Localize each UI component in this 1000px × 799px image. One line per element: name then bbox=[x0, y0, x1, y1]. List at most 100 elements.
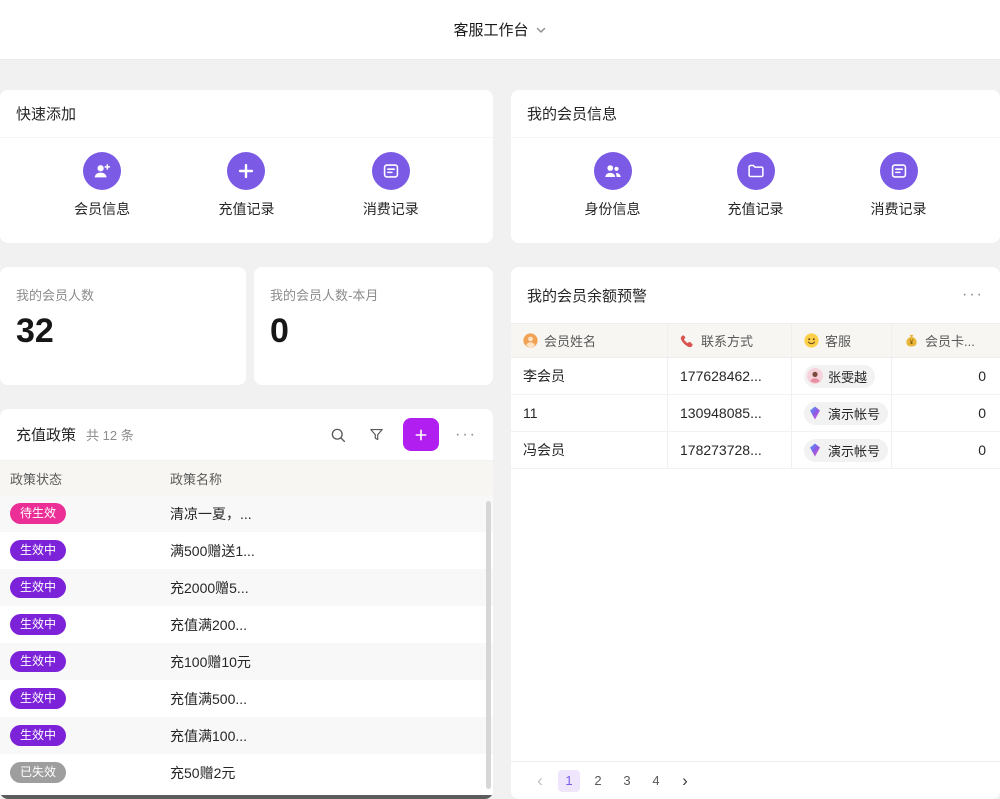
status-badge: 待生效 bbox=[10, 503, 66, 525]
gem-avatar-icon bbox=[807, 442, 823, 458]
member-consume-record-action[interactable]: 消费记录 bbox=[871, 152, 927, 219]
quick-add-title: 快速添加 bbox=[0, 90, 493, 138]
stat-card-member-count-month: 我的会员人数-本月 0 bbox=[254, 267, 493, 385]
table-row[interactable]: 待生效 清凉一夏，... bbox=[0, 495, 493, 532]
status-badge: 生效中 bbox=[10, 577, 66, 599]
person-add-icon bbox=[83, 152, 121, 190]
member-balance: 0 bbox=[892, 358, 1000, 394]
my-member-info-title: 我的会员信息 bbox=[511, 90, 1000, 138]
chevron-down-icon bbox=[535, 24, 547, 36]
table-row[interactable]: 生效中 充100赠10元 bbox=[0, 643, 493, 680]
table-row[interactable]: 生效中 充值满500... bbox=[0, 680, 493, 717]
table-header-row: 政策状态 政策名称 bbox=[0, 461, 493, 495]
status-badge: 生效中 bbox=[10, 651, 66, 673]
table-row[interactable]: 生效中 充2000赠5... bbox=[0, 569, 493, 606]
table-row[interactable]: 冯会员 178273728... 演示帐号 0 bbox=[511, 432, 1000, 469]
receipt-icon bbox=[880, 152, 918, 190]
identity-info-action[interactable]: 身份信息 bbox=[585, 152, 641, 219]
stat-value: 0 bbox=[254, 304, 493, 351]
quick-add-actions: 会员信息 充值记录 消费记录 bbox=[0, 138, 493, 219]
top-bar: 客服工作台 bbox=[0, 0, 1000, 60]
add-policy-button[interactable] bbox=[403, 418, 439, 451]
pagination: ‹ 1 2 3 4 › bbox=[511, 761, 1000, 799]
table-header-row: 会员姓名 联系方式 客服 ¥ 会员卡... bbox=[511, 323, 1000, 358]
horizontal-scrollbar[interactable] bbox=[0, 795, 493, 799]
vertical-scrollbar[interactable] bbox=[486, 501, 491, 789]
pagination-page-4[interactable]: 4 bbox=[645, 770, 667, 792]
column-policy-name: 政策名称 bbox=[162, 469, 493, 488]
stat-value: 32 bbox=[0, 304, 246, 351]
member-name: 11 bbox=[511, 395, 668, 431]
pagination-page-2[interactable]: 2 bbox=[587, 770, 609, 792]
policy-name: 充值满500... bbox=[162, 689, 493, 709]
status-badge: 生效中 bbox=[10, 688, 66, 710]
member-recharge-record-action[interactable]: 充值记录 bbox=[728, 152, 784, 219]
status-badge: 已失效 bbox=[10, 762, 66, 784]
phone-icon bbox=[680, 333, 695, 348]
stat-card-member-count: 我的会员人数 32 bbox=[0, 267, 246, 385]
pagination-next[interactable]: › bbox=[674, 770, 696, 792]
policy-name: 充值满100... bbox=[162, 726, 493, 746]
my-member-info-card: 我的会员信息 身份信息 充值记录 消费记录 bbox=[511, 90, 1000, 243]
search-icon[interactable] bbox=[327, 424, 349, 446]
table-row[interactable]: 生效中 满500赠送1... bbox=[0, 532, 493, 569]
recharge-policy-title: 充值政策 bbox=[16, 424, 76, 445]
member-phone: 178273728... bbox=[668, 432, 792, 468]
table-row[interactable]: 生效中 充值满200... bbox=[0, 606, 493, 643]
member-icon bbox=[523, 333, 538, 348]
quick-add-member-info-label: 会员信息 bbox=[74, 199, 130, 219]
quick-add-recharge-record-label: 充值记录 bbox=[218, 199, 274, 219]
table-row[interactable]: 生效中 充值满100... bbox=[0, 717, 493, 754]
page-title: 客服工作台 bbox=[453, 19, 528, 40]
quick-add-consume-record[interactable]: 消费记录 bbox=[363, 152, 419, 219]
policy-name: 充100赠10元 bbox=[162, 652, 493, 672]
member-phone: 130948085... bbox=[668, 395, 792, 431]
pagination-prev[interactable]: ‹ bbox=[529, 770, 551, 792]
policy-name: 清凉一夏，... bbox=[162, 504, 493, 524]
member-agent: 演示帐号 bbox=[792, 432, 892, 468]
column-policy-status: 政策状态 bbox=[0, 469, 162, 488]
stat-label: 我的会员人数-本月 bbox=[254, 267, 493, 304]
member-agent: 演示帐号 bbox=[792, 395, 892, 431]
identity-info-label: 身份信息 bbox=[585, 199, 641, 219]
recharge-policy-card: 充值政策 共 12 条 ··· 政策状态 政策名称 待生效 清凉一夏，... 生… bbox=[0, 409, 493, 799]
policy-name: 充2000赠5... bbox=[162, 578, 493, 598]
table-row[interactable]: 李会员 177628462... 张雯越 0 bbox=[511, 358, 1000, 395]
filter-icon[interactable] bbox=[365, 424, 387, 446]
balance-alert-title: 我的会员余额预警 bbox=[527, 285, 647, 306]
policy-count: 共 12 条 bbox=[86, 425, 134, 444]
member-consume-record-label: 消费记录 bbox=[871, 199, 927, 219]
more-icon[interactable]: ··· bbox=[962, 287, 984, 303]
member-agent: 张雯越 bbox=[792, 358, 892, 394]
plus-icon bbox=[227, 152, 265, 190]
column-member-name: 会员姓名 bbox=[511, 324, 668, 357]
table-row[interactable]: 已失效 充50赠2元 bbox=[0, 754, 493, 791]
member-recharge-record-label: 充值记录 bbox=[728, 199, 784, 219]
member-balance: 0 bbox=[892, 432, 1000, 468]
pagination-page-1[interactable]: 1 bbox=[558, 770, 580, 792]
folder-icon bbox=[737, 152, 775, 190]
stat-label: 我的会员人数 bbox=[0, 267, 246, 304]
column-agent: 客服 bbox=[792, 324, 892, 357]
table-row[interactable]: 11 130948085... 演示帐号 0 bbox=[511, 395, 1000, 432]
quick-add-member-info[interactable]: 会员信息 bbox=[74, 152, 130, 219]
member-balance: 0 bbox=[892, 395, 1000, 431]
column-contact: 联系方式 bbox=[668, 324, 792, 357]
workspace-switcher[interactable]: 客服工作台 bbox=[453, 19, 546, 40]
people-icon bbox=[594, 152, 632, 190]
quick-add-recharge-record[interactable]: 充值记录 bbox=[218, 152, 274, 219]
pagination-page-3[interactable]: 3 bbox=[616, 770, 638, 792]
policy-name: 充50赠2元 bbox=[162, 763, 493, 783]
status-badge: 生效中 bbox=[10, 614, 66, 636]
more-icon[interactable]: ··· bbox=[455, 427, 477, 443]
quick-add-card: 快速添加 会员信息 充值记录 消费记录 bbox=[0, 90, 493, 243]
plus-icon bbox=[413, 427, 429, 443]
member-name: 冯会员 bbox=[511, 432, 668, 468]
policy-name: 满500赠送1... bbox=[162, 541, 493, 561]
receipt-icon bbox=[372, 152, 410, 190]
smiley-icon bbox=[804, 333, 819, 348]
balance-alert-card: 我的会员余额预警 ··· 会员姓名 联系方式 客服 ¥ 会员卡... 李会员 bbox=[511, 267, 1000, 799]
policy-table: 政策状态 政策名称 待生效 清凉一夏，... 生效中 满500赠送1... 生效… bbox=[0, 461, 493, 791]
status-badge: 生效中 bbox=[10, 540, 66, 562]
member-name: 李会员 bbox=[511, 358, 668, 394]
